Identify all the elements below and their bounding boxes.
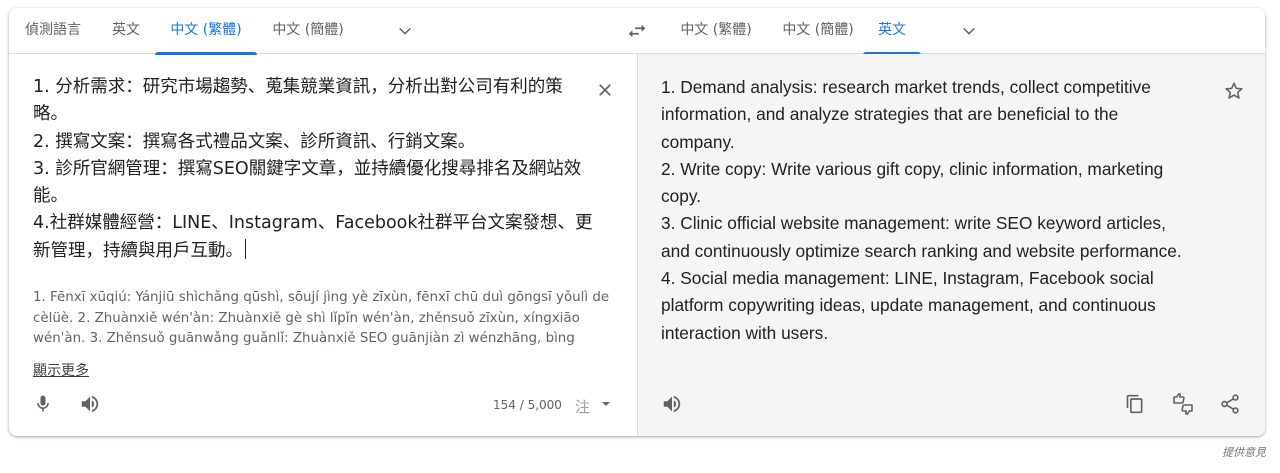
source-line: 2. 撰寫文案：撰寫各式禮品文案、診所資訊、行銷文案。 [33,131,476,152]
close-icon [599,84,611,96]
swap-languages-icon [628,24,646,38]
tab-detect-language[interactable]: 偵測語言 [9,8,97,54]
translation-line: and continuously optimize search ranking… [661,240,1182,261]
copy-translation-button[interactable] [1120,388,1150,420]
rate-translation-button[interactable] [1167,388,1199,420]
chevron-down-icon [963,27,975,35]
share-translation-button[interactable] [1215,388,1245,420]
input-method-selector[interactable]: 注 [575,396,611,417]
save-translation-button[interactable] [1219,76,1249,106]
source-line: 能。 [33,186,68,207]
send-feedback-link[interactable]: 提供意見 [1222,444,1266,460]
voice-input-button[interactable] [29,388,57,420]
transliteration-text: 1. Fēnxī xūqiú: Yánjiū shìchǎng qūshì, s… [33,290,610,346]
listen-translation-button[interactable] [657,388,687,420]
source-line: 3. 診所官網管理：撰寫SEO關鍵字文章，並持續優化搜尋排名及網站效 [33,158,582,179]
show-more-link[interactable]: 顯示更多 [33,360,89,380]
tab-source-chinese-traditional[interactable]: 中文 (繁體) [155,8,257,55]
source-line-text: 新管理，持續與用戶互動。 [33,240,243,261]
listen-source-button[interactable] [75,388,105,420]
more-target-languages-button[interactable] [953,15,985,47]
clear-source-button[interactable] [591,76,619,104]
tab-target-chinese-traditional[interactable]: 中文 (繁體) [665,8,767,54]
tab-target-chinese-simplified[interactable]: 中文 (簡體) [767,8,869,54]
translation-line: interaction with users. [661,322,829,343]
translation-line: 1. Demand analysis: research market tren… [661,77,1151,97]
tab-source-chinese-simplified[interactable]: 中文 (簡體) [257,8,359,54]
tab-source-english[interactable]: 英文 [97,8,155,54]
mic-icon [37,395,49,412]
source-line: 4.社群媒體經營：LINE、Instagram、Facebook社群平台文案發想… [33,213,593,234]
translation-line: information, and analyze strategies that… [661,104,1119,125]
thumbs-up-down-icon [1173,393,1193,415]
translate-card: 偵測語言 英文 中文 (繁體) 中文 (簡體) 中文 (繁體) 中文 (簡體) … [9,8,1265,436]
translation-output: 1. Demand analysis: research market tren… [661,74,1209,347]
source-line-last: 新管理，持續與用戶互動。 [33,238,593,265]
share-icon [1221,394,1239,414]
text-caret [245,238,246,259]
star-outline-icon [1225,82,1243,99]
volume-icon [663,395,681,413]
translation-line: copy. [661,186,702,207]
more-source-languages-button[interactable] [389,15,421,47]
source-line: 略。 [33,104,68,125]
translation-line: 3. Clinic official website management: w… [661,213,1166,234]
caret-down-icon [601,402,610,406]
translation-line: 2. Write copy: Write various gift copy, … [661,158,1164,179]
character-count: 154 / 5,000 [493,398,562,412]
language-tab-bar: 偵測語言 英文 中文 (繁體) 中文 (簡體) 中文 (繁體) 中文 (簡體) … [9,8,1265,55]
tab-target-english[interactable]: 英文 [863,8,921,55]
input-method-label: 注 [575,398,591,416]
source-line: 1. 分析需求：研究市場趨勢、蒐集競業資訊，分析出對公司有利的策 [33,77,563,97]
swap-languages-button[interactable] [621,15,653,47]
translation-line: company. [661,131,735,152]
source-textarea[interactable]: 1. 分析需求：研究市場趨勢、蒐集競業資訊，分析出對公司有利的策 略。 2. 撰… [33,74,593,265]
translation-line: 4. Social media management: LINE, Instag… [661,268,1154,289]
translation-line: platform copywriting ideas, update manag… [661,295,1156,316]
chevron-down-icon [399,27,411,35]
copy-icon [1126,394,1143,414]
volume-icon [81,395,99,413]
